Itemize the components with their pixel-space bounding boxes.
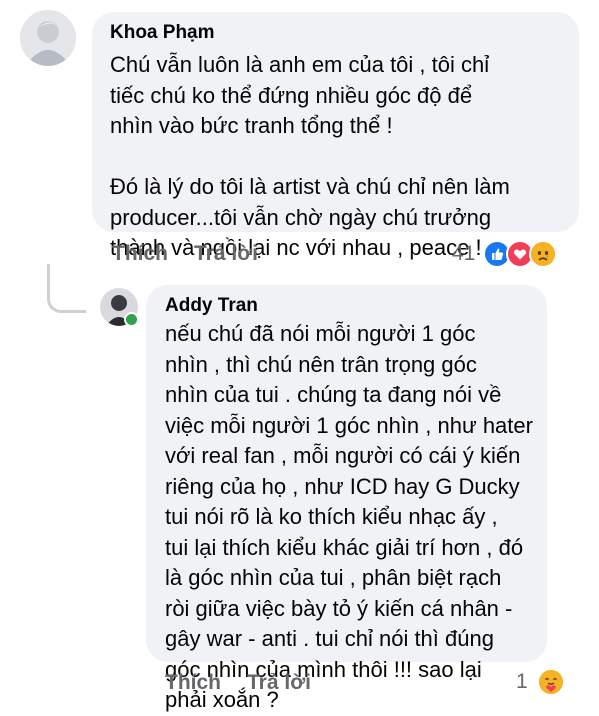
comment-line: nếu chú đã nói mỗi người 1 góc <box>165 321 476 346</box>
comment-author[interactable]: Khoa Phạm <box>110 22 579 44</box>
comment-line: ròi giữa việc bày tỏ ý kiến cá nhân - <box>165 595 513 621</box>
comment-line: là góc nhìn của tui , phân biệt rạch <box>165 565 502 590</box>
comment-line <box>110 142 579 173</box>
comment-line: riêng của họ , như ICD hay G Ducky <box>165 473 520 499</box>
comment-bubble: Khoa Phạm Chú vẫn luôn là anh em của tôi… <box>92 12 579 260</box>
comment-line: tiếc chú ko thể đứng nhiều góc độ để <box>110 82 473 108</box>
comment-actions: Thích Trả lời <box>112 242 258 266</box>
reaction-count: 1 <box>516 670 528 693</box>
sad-icon <box>529 240 558 268</box>
comment-line: producer...tôi vẫn chờ ngày chú trưởng <box>110 204 492 230</box>
comment-line: tui nói rõ là ko thích kiểu nhạc ấy , <box>165 504 498 529</box>
online-status-icon <box>124 312 139 327</box>
comment-line: Chú vẫn luôn là anh em của tôi , tôi chỉ <box>110 52 490 77</box>
avatar-khoa-pham[interactable] <box>20 10 76 66</box>
avatar-image <box>20 10 76 66</box>
comment-line: với real fan , mỗi người có cái ý kiến <box>165 443 521 468</box>
reaction-summary[interactable]: 1 <box>516 668 565 696</box>
like-button[interactable]: Thích <box>165 671 221 695</box>
reaction-count: 41 <box>452 242 476 265</box>
comment-text: nếu chú đã nói mỗi người 1 góc nhìn , th… <box>165 319 547 716</box>
comment-actions: Thích Trả lời <box>165 671 311 695</box>
comment-text: Chú vẫn luôn là anh em của tôi , tôi chỉ… <box>110 50 579 264</box>
reply-button[interactable]: Trả lời <box>247 671 311 695</box>
reply-thread-line <box>47 264 86 313</box>
like-button[interactable]: Thích <box>112 242 168 266</box>
comment-line: việc mỗi người 1 góc nhìn , như hater <box>165 412 533 438</box>
comment-line: nhìn vào bức tranh tổng thể ! <box>110 113 393 138</box>
care-icon <box>536 668 565 696</box>
comment-line: gây war - anti . tui chỉ nói thì đúng <box>165 626 494 651</box>
comment-bubble: Addy Tran nếu chú đã nói mỗi người 1 góc… <box>146 285 547 712</box>
comment-line: tui lại thích kiểu khác giải trí hơn , đ… <box>165 534 524 560</box>
comment-line: nhìn của tui . chúng ta đang nói về <box>165 382 502 407</box>
reaction-summary[interactable]: 41 <box>452 240 558 268</box>
comment-line: Đó là lý do tôi là artist và chú chỉ nên… <box>110 174 510 199</box>
reply-button[interactable]: Trả lời <box>194 242 258 266</box>
comment-line: nhìn , thì chú nên trân trọng góc <box>165 351 477 377</box>
comment-author[interactable]: Addy Tran <box>165 295 547 317</box>
